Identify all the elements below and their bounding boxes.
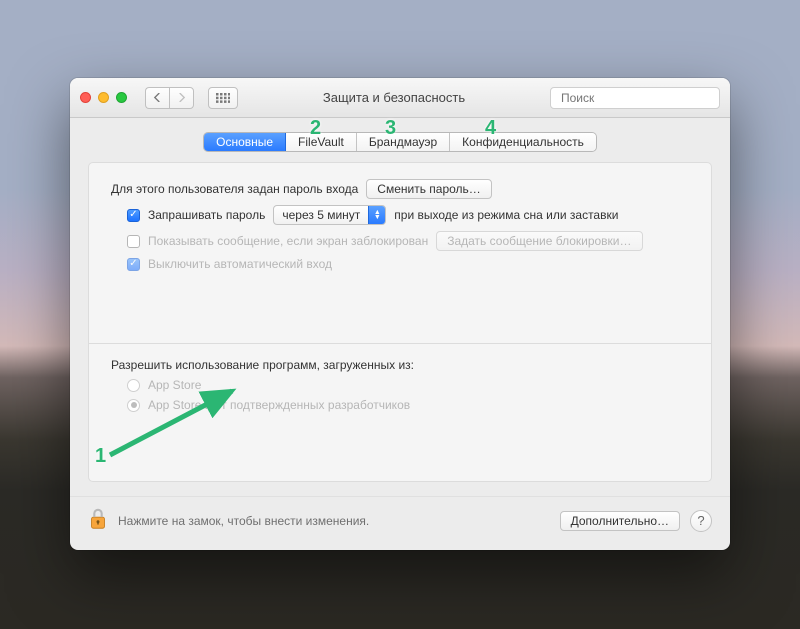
show-lock-message-label: Показывать сообщение, если экран заблоки… bbox=[148, 234, 428, 248]
forward-button[interactable] bbox=[169, 87, 194, 109]
require-password-checkbox[interactable] bbox=[127, 209, 140, 222]
maximize-window-button[interactable] bbox=[116, 92, 127, 103]
titlebar: Защита и безопасность bbox=[70, 78, 730, 118]
window-controls bbox=[80, 92, 127, 103]
grid-icon bbox=[216, 93, 230, 103]
require-password-suffix: при выходе из режима сна или заставки bbox=[394, 208, 618, 222]
general-pane: Для этого пользователя задан пароль вход… bbox=[88, 162, 712, 482]
require-password-delay-value: через 5 минут bbox=[274, 208, 368, 222]
allow-apps-appstore-radio bbox=[127, 379, 140, 392]
minimize-window-button[interactable] bbox=[98, 92, 109, 103]
set-lock-message-button: Задать сообщение блокировки… bbox=[436, 231, 642, 251]
password-set-label: Для этого пользователя задан пароль вход… bbox=[111, 182, 358, 196]
search-input[interactable] bbox=[561, 91, 716, 105]
require-password-delay-select[interactable]: через 5 минут ▲▼ bbox=[273, 205, 386, 225]
chevron-updown-icon: ▲▼ bbox=[368, 206, 385, 224]
tab-privacy[interactable]: Конфиденциальность bbox=[450, 133, 596, 151]
allow-apps-identified-radio bbox=[127, 399, 140, 412]
search-field[interactable] bbox=[550, 87, 720, 109]
show-all-button[interactable] bbox=[208, 87, 238, 109]
allow-apps-label: Разрешить использование программ, загруж… bbox=[111, 358, 414, 372]
help-button[interactable]: ? bbox=[690, 510, 712, 532]
change-password-button[interactable]: Сменить пароль… bbox=[366, 179, 492, 199]
divider bbox=[89, 343, 711, 344]
preferences-window: Защита и безопасность Основные FileVault… bbox=[70, 78, 730, 550]
lock-icon[interactable] bbox=[88, 507, 108, 534]
show-lock-message-checkbox bbox=[127, 235, 140, 248]
tab-general[interactable]: Основные bbox=[204, 133, 286, 151]
require-password-label: Запрашивать пароль bbox=[148, 208, 265, 222]
advanced-button[interactable]: Дополнительно… bbox=[560, 511, 680, 531]
tab-segmented-control: Основные FileVault Брандмауэр Конфиденци… bbox=[203, 132, 597, 152]
lock-hint: Нажмите на замок, чтобы внести изменения… bbox=[118, 514, 369, 528]
allow-apps-appstore-label: App Store bbox=[148, 378, 201, 392]
nav-buttons bbox=[145, 87, 194, 109]
tabs: Основные FileVault Брандмауэр Конфиденци… bbox=[70, 118, 730, 162]
allow-apps-identified-label: App Store и от подтвержденных разработчи… bbox=[148, 398, 410, 412]
chevron-right-icon bbox=[177, 93, 186, 102]
footer: Нажмите на замок, чтобы внести изменения… bbox=[70, 496, 730, 550]
close-window-button[interactable] bbox=[80, 92, 91, 103]
tab-firewall[interactable]: Брандмауэр bbox=[357, 133, 450, 151]
disable-autologin-checkbox bbox=[127, 258, 140, 271]
disable-autologin-label: Выключить автоматический вход bbox=[148, 257, 332, 271]
tab-filevault[interactable]: FileVault bbox=[286, 133, 357, 151]
window-title: Защита и безопасность bbox=[246, 90, 542, 105]
chevron-left-icon bbox=[153, 93, 162, 102]
back-button[interactable] bbox=[145, 87, 169, 109]
